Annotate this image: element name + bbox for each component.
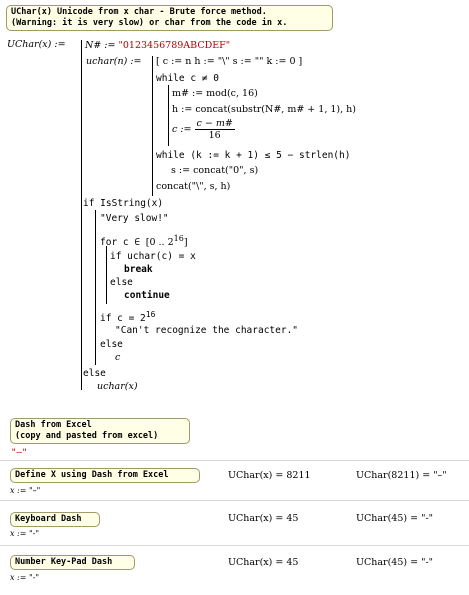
title-note-line1: UChar(x) Unicode from x char - Brute for…: [11, 7, 267, 17]
for-loop: for c ∈ [0 .. 216]: [100, 234, 188, 249]
c-fraction: c − m# 16: [194, 118, 235, 141]
keyboard-dash-note[interactable]: Keyboard Dash: [10, 512, 100, 527]
h-assign: h := concat(substr(N#, m# + 1, 1), h): [172, 104, 356, 115]
separator-3: [0, 545, 469, 546]
row3-x-assign[interactable]: x := "-": [10, 573, 39, 582]
row3-eval-uchar-45[interactable]: UChar(45) = "-": [356, 557, 433, 568]
nsharp-assign: N# := "0123456789ABCDEF": [85, 40, 231, 51]
title-note-line2: (Warning: it is very slow) or char from …: [11, 18, 288, 28]
while-loop-1: while c ≠ 0: [156, 73, 219, 84]
dash-value: "–": [11, 448, 28, 458]
keypad-dash-note[interactable]: Number Key-Pad Dash: [10, 555, 135, 570]
uchar-x-call: uchar(x): [97, 381, 138, 392]
program-bar-outer: [81, 40, 82, 390]
uchar-inner-def: uchar(n) :=: [86, 56, 142, 67]
return-concat: concat("\", s, h): [156, 181, 231, 192]
else-3: else: [83, 368, 106, 379]
dash-excel-note[interactable]: Dash from Excel (copy and pasted from ex…: [10, 418, 190, 444]
row2-eval-uchar-x[interactable]: UChar(x) = 45: [228, 513, 298, 524]
if-isstring: if IsString(x): [83, 198, 164, 209]
program-bar-inner: [152, 56, 153, 196]
row1-x-assign[interactable]: x := "–": [10, 486, 40, 495]
continue-keyword: continue: [124, 290, 170, 301]
row1-eval-uchar-8211[interactable]: UChar(8211) = "–": [356, 470, 447, 481]
keypad-dash-note-label: Number Key-Pad Dash: [15, 557, 113, 567]
dash-excel-note-line2: (copy and pasted from excel): [15, 431, 159, 441]
row1-eval-uchar-x[interactable]: UChar(x) = 8211: [228, 470, 311, 481]
separator-1: [0, 460, 469, 461]
return-c: c: [115, 352, 121, 363]
for-bar: [106, 246, 107, 304]
row3-eval-uchar-x[interactable]: UChar(x) = 45: [228, 557, 298, 568]
while1-bar: [168, 85, 169, 146]
if-uchar-eq: if uchar(c) = x: [110, 251, 196, 262]
title-note[interactable]: UChar(x) Unicode from x char - Brute for…: [6, 5, 333, 31]
define-x-note-label: Define X using Dash from Excel: [15, 470, 169, 480]
m-assign: m# := mod(c, 16): [172, 88, 258, 99]
else-1: else: [110, 277, 133, 288]
dash-excel-note-line1: Dash from Excel: [15, 420, 92, 430]
row2-x-assign[interactable]: x := "-": [10, 529, 39, 538]
nsharp-value: "0123456789ABCDEF": [118, 40, 231, 51]
while-loop-2: while (k := k + 1) ≤ 5 − strlen(h): [156, 150, 351, 161]
uchar-def-lhs: UChar(x) :=: [7, 39, 66, 50]
cant-recognize-string: "Can't recognize the character.": [115, 325, 299, 336]
init-line: [ c := n h := "\" s := "" k := 0 ]: [156, 56, 303, 67]
else-2: else: [100, 339, 123, 350]
keyboard-dash-note-label: Keyboard Dash: [15, 514, 82, 524]
if-c-eq: if c = 216: [100, 310, 156, 325]
for-range: [0 .. 216]: [145, 234, 188, 249]
separator-2: [0, 500, 469, 501]
very-slow-string: "Very slow!": [100, 213, 169, 224]
if-bar: [95, 210, 96, 365]
row2-eval-uchar-45[interactable]: UChar(45) = "-": [356, 513, 433, 524]
define-x-note[interactable]: Define X using Dash from Excel: [10, 468, 200, 483]
c-assign: c := c − m# 16: [172, 118, 235, 141]
break-keyword: break: [124, 264, 153, 275]
s-assign: s := concat("0", s): [171, 165, 259, 176]
